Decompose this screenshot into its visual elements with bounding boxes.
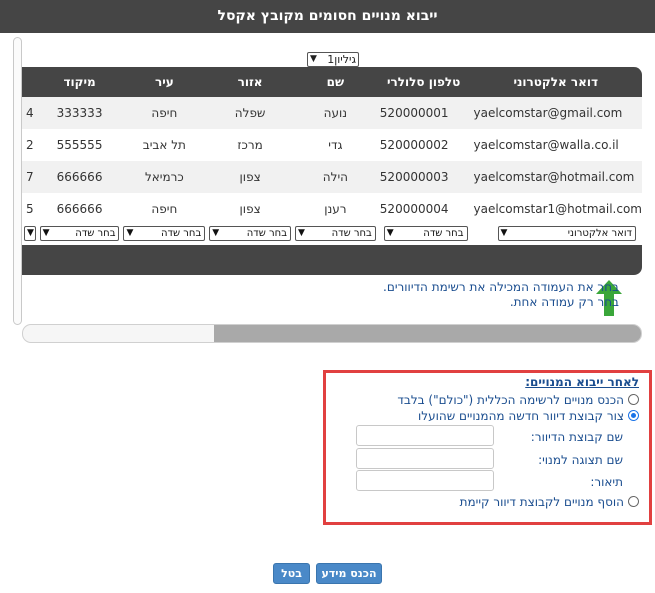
field-select-cell: בחר שדה ▼	[377, 225, 470, 245]
cancel-button[interactable]: בטל	[273, 563, 310, 584]
field-select-value: בחר שדה	[246, 228, 287, 239]
radio-existing-group[interactable]	[628, 496, 639, 507]
cell-mobile: 520000004	[377, 193, 470, 225]
radio-general-list[interactable]	[628, 394, 639, 405]
cell-region: צפון	[207, 161, 293, 193]
cell-email: yaelcomstar@walla.co.il	[469, 129, 642, 161]
cell-zip: 333333	[37, 97, 122, 129]
table-row: yaelcomstar@walla.co.il 520000002 גדי מר…	[22, 129, 642, 161]
option-existing-group-label: הוסף מנויים לקבוצת דיוור קיימת	[459, 495, 624, 509]
field-select-mobile[interactable]: בחר שדה ▼	[383, 226, 468, 241]
column-hint: בחר את העמודה המכילה את רשימת הדיוורים. …	[299, 280, 619, 310]
cell-zip: 666666	[37, 193, 122, 225]
field-select-extra[interactable]: ▼	[24, 226, 36, 241]
cell-city: חיפה	[121, 97, 208, 129]
cell-zip: 555555	[37, 129, 122, 161]
horizontal-scrollbar-thumb[interactable]	[214, 325, 641, 342]
field-select-name[interactable]: בחר שדה ▼	[294, 226, 376, 241]
display-name-input[interactable]	[356, 448, 494, 469]
field-select-zip[interactable]: בחר שדה ▼	[39, 226, 120, 241]
table-row: yaelcomstar1@hotmail.com 520000004 רענן …	[22, 193, 642, 225]
field-select-value: בחר שדה	[423, 228, 464, 239]
preview-table: דואר אלקטרוני טלפון סלולרי שם אזור עיר מ…	[22, 67, 642, 245]
cell-extra: 4	[22, 97, 38, 129]
radio-new-group[interactable]	[628, 410, 639, 421]
after-import-panel: לאחר ייבוא המנויים: הכנס מנויים לרשימה ה…	[323, 370, 652, 525]
option-existing-group[interactable]: הוסף מנויים לקבוצת דיוור קיימת	[460, 495, 639, 509]
field-select-city[interactable]: בחר שדה ▼	[123, 226, 206, 241]
column-header-zip: מיקוד	[63, 75, 96, 89]
cell-email: yaelcomstar@hotmail.com	[469, 161, 642, 193]
chevron-down-icon: ▼	[500, 228, 508, 238]
submit-button[interactable]: הכנס מידע	[316, 563, 382, 584]
cell-name: נועה	[292, 97, 378, 129]
option-new-group-label: צור קבוצת דיוור חדשה מהמנויים שהועלו	[418, 409, 624, 423]
field-select-email[interactable]: דואר אלקטרוני ▼	[497, 226, 636, 241]
field-select-value: בחר שדה	[331, 228, 372, 239]
cell-name: רענן	[292, 193, 378, 225]
field-select-cell: דואר אלקטרוני ▼	[469, 225, 642, 245]
display-name-label: שם תצוגה למנוי:	[538, 453, 623, 467]
cell-mobile: 520000001	[377, 97, 470, 129]
cell-name: הילה	[292, 161, 378, 193]
cell-region: צפון	[207, 193, 293, 225]
cell-city: כרמיאל	[121, 161, 208, 193]
column-header-city: עיר	[154, 75, 174, 89]
hint-line-1: בחר את העמודה המכילה את רשימת הדיוורים.	[383, 280, 619, 294]
option-new-group[interactable]: צור קבוצת דיוור חדשה מהמנויים שהועלו	[418, 409, 639, 423]
chevron-down-icon: ▼	[126, 228, 134, 238]
cell-region: שפלה	[207, 97, 293, 129]
group-name-label: שם קבוצת הדיוור:	[530, 430, 623, 444]
field-select-region[interactable]: בחר שדה ▼	[209, 226, 291, 241]
after-import-title: לאחר ייבוא המנויים:	[525, 375, 639, 389]
chevron-down-icon: ▼	[212, 228, 220, 238]
field-select-value: דואר אלקטרוני	[567, 228, 632, 239]
field-select-cell: בחר שדה ▼	[207, 225, 293, 245]
chevron-down-icon: ▼	[386, 228, 394, 238]
cell-email: yaelcomstar@gmail.com	[469, 97, 642, 129]
sheet-select[interactable]: גיליון1 ▼	[307, 52, 359, 67]
cell-region: מרכז	[207, 129, 293, 161]
table-row: yaelcomstar@hotmail.com 520000003 הילה צ…	[22, 161, 642, 193]
cell-mobile: 520000003	[377, 161, 470, 193]
column-header-extra	[22, 67, 38, 97]
table-row: yaelcomstar@gmail.com 520000001 נועה שפל…	[22, 97, 642, 129]
cell-extra: 7	[22, 161, 38, 193]
chevron-down-icon: ▼	[310, 54, 317, 64]
cell-mobile: 520000002	[377, 129, 470, 161]
preview-grid: דואר אלקטרוני טלפון סלולרי שם אזור עיר מ…	[22, 67, 642, 275]
cell-extra: 5	[22, 193, 38, 225]
hint-line-2: בחר רק עמודה אחת.	[509, 295, 619, 309]
cell-city: תל אביב	[121, 129, 208, 161]
chevron-down-icon: ▼	[42, 228, 50, 238]
column-header-region: אזור	[237, 75, 263, 89]
horizontal-scrollbar[interactable]	[22, 324, 642, 343]
cell-zip: 666666	[37, 161, 122, 193]
description-input[interactable]	[356, 470, 494, 491]
option-general-list-label: הכנס מנויים לרשימה הכללית ("כולם") בלבד	[397, 393, 624, 407]
field-select-row: דואר אלקטרוני ▼ בחר שדה ▼ בחר שדה ▼ בחר שדה…	[22, 225, 642, 245]
field-select-cell: בחר שדה ▼	[121, 225, 208, 245]
cell-email: yaelcomstar1@hotmail.com	[469, 193, 642, 225]
column-header-email: דואר אלקטרוני	[513, 75, 599, 89]
field-select-value: בחר שדה	[75, 228, 116, 239]
option-general-list[interactable]: הכנס מנויים לרשימה הכללית ("כולם") בלבד	[397, 393, 639, 407]
column-header-name: שם	[326, 75, 345, 89]
chevron-down-icon: ▼	[27, 228, 34, 238]
column-header-mobile: טלפון סלולרי	[387, 75, 461, 89]
cell-city: חיפה	[121, 193, 208, 225]
group-name-input[interactable]	[356, 425, 494, 446]
description-label: תיאור:	[590, 475, 623, 489]
field-select-cell: ▼	[22, 225, 38, 245]
field-select-value: בחר שדה	[161, 228, 202, 239]
chevron-down-icon: ▼	[297, 228, 305, 238]
cell-name: גדי	[292, 129, 378, 161]
field-select-cell: בחר שדה ▼	[37, 225, 122, 245]
dialog-title: ייבוא מנויים חסומים מקובץ אקסל	[0, 0, 655, 33]
field-select-cell: בחר שדה ▼	[292, 225, 378, 245]
sheet-select-value: גיליון1	[327, 53, 356, 66]
vertical-scrollbar[interactable]	[13, 37, 22, 325]
cell-extra: 2	[22, 129, 38, 161]
